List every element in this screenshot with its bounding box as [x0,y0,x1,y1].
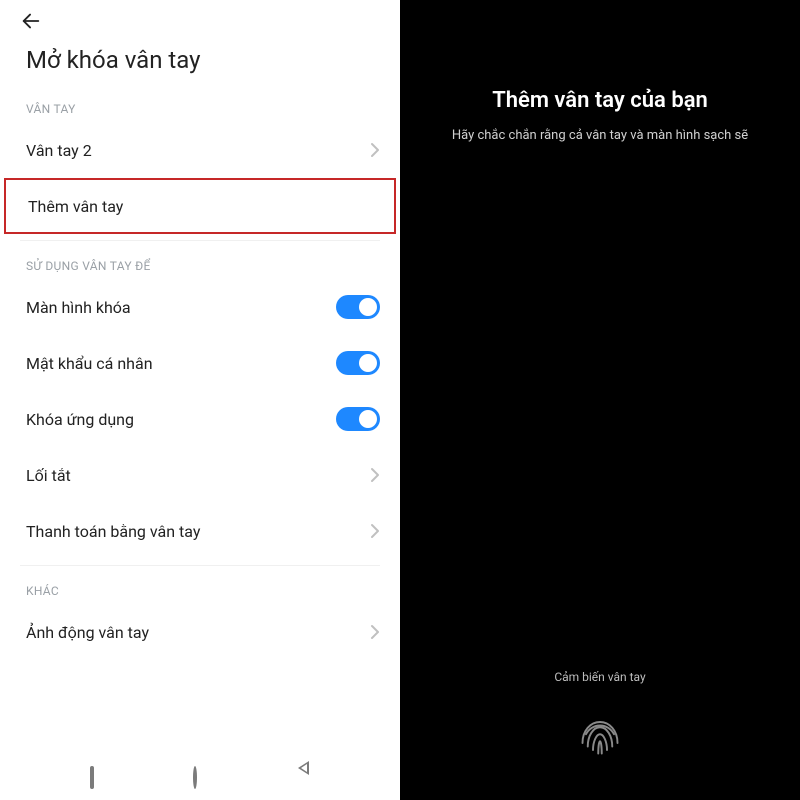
square-icon [90,766,94,789]
add-fingerprint-label: Thêm vân tay [28,197,123,216]
toggle-label: Màn hình khóa [26,298,131,317]
toggle-row-private-password: Mật khẩu cá nhân [0,335,400,391]
section-label-fingerprint: VÂN TAY [0,92,400,122]
toggle-lockscreen[interactable] [336,295,380,319]
page-title: Mở khóa vân tay [0,32,400,92]
fingerprint-item-label: Vân tay 2 [26,141,92,160]
fingerprint-item-fingerprint2[interactable]: Vân tay 2 [0,122,400,178]
link-label: Lối tắt [26,466,71,485]
link-row-shortcut[interactable]: Lối tắt [0,447,400,503]
chevron-right-icon [370,467,380,483]
chevron-right-icon [370,523,380,539]
fingerprint-icon[interactable] [572,708,628,764]
toggle-row-lockscreen: Màn hình khóa [0,279,400,335]
section-label-other: KHÁC [0,574,400,604]
triangle-icon [296,759,310,796]
toggle-row-app-lock: Khóa ứng dụng [0,391,400,447]
android-navbar [0,760,400,800]
toggle-private-password[interactable] [336,351,380,375]
header-row [0,0,400,32]
chevron-right-icon [370,142,380,158]
link-row-fingerprint-payment[interactable]: Thanh toán bằng vân tay [0,503,400,559]
link-label: Thanh toán bằng vân tay [26,522,200,541]
nav-home-button[interactable] [193,768,197,787]
chevron-right-icon [370,624,380,640]
divider [20,565,380,566]
nav-recents-button[interactable] [90,768,94,787]
link-label: Ảnh động vân tay [26,623,149,642]
sensor-label: Cảm biến vân tay [400,670,800,684]
divider [20,240,380,241]
add-fingerprint-screen: Thêm vân tay của bạn Hãy chắc chắn rằng … [400,0,800,800]
toggle-label: Khóa ứng dụng [26,410,134,429]
toggle-app-lock[interactable] [336,407,380,431]
toggle-label: Mật khẩu cá nhân [26,354,153,373]
settings-screen: Mở khóa vân tay VÂN TAY Vân tay 2 Thêm v… [0,0,400,800]
nav-back-button[interactable] [296,768,310,787]
back-arrow-icon[interactable] [20,10,384,32]
link-row-fingerprint-animation[interactable]: Ảnh động vân tay [0,604,400,660]
section-label-use-for: SỬ DỤNG VÂN TAY ĐỂ [0,249,400,279]
add-fingerprint-subtitle: Hãy chắc chắn rằng cả vân tay và màn hìn… [428,127,772,145]
circle-icon [193,766,197,789]
add-fingerprint-button[interactable]: Thêm vân tay [4,178,396,234]
add-fingerprint-title: Thêm vân tay của bạn [472,88,728,113]
